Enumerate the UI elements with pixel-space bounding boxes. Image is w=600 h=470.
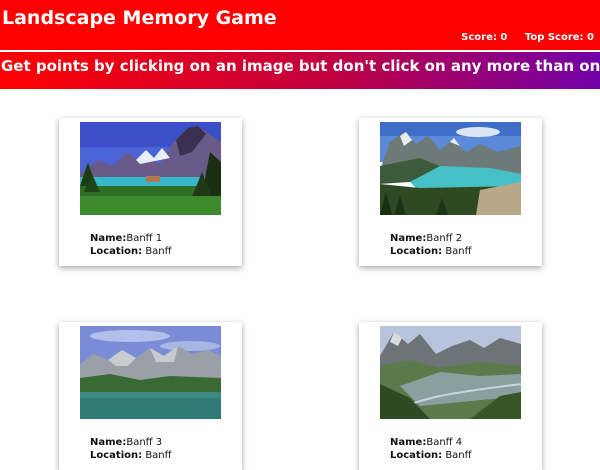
- top-score-group: Top Score: 0: [525, 32, 594, 43]
- location-label: Location:: [90, 246, 143, 257]
- card-meta: Name:Banff 4 Location: Banff: [390, 436, 472, 462]
- location-label: Location:: [390, 246, 443, 257]
- location-value: Banff: [145, 450, 172, 461]
- score-value: 0: [500, 32, 508, 43]
- name-label: Name:: [90, 437, 127, 448]
- mountain-lake-photo[interactable]: [80, 326, 221, 419]
- location-value: Banff: [145, 246, 172, 257]
- name-value: Banff 1: [126, 233, 163, 244]
- top-score-label: Top Score:: [524, 32, 584, 43]
- valley-town-photo[interactable]: [380, 326, 521, 419]
- name-label: Name:: [390, 437, 427, 448]
- name-value: Banff 3: [126, 437, 163, 448]
- instructions-text: Get points by clicking on an image but d…: [1, 57, 600, 75]
- image-card-banff-2[interactable]: Name:Banff 2 Location: Banff: [359, 118, 542, 266]
- image-card-banff-3[interactable]: Name:Banff 3 Location: Banff: [59, 322, 242, 470]
- lake-mountain-photo[interactable]: [80, 122, 221, 215]
- location-label: Location:: [90, 450, 143, 461]
- name-value: Banff 4: [426, 437, 463, 448]
- location-label: Location:: [390, 450, 443, 461]
- name-label: Name:: [390, 233, 427, 244]
- score-label: Score:: [461, 32, 497, 43]
- turquoise-lake-photo[interactable]: [380, 122, 521, 215]
- image-card-banff-4[interactable]: Name:Banff 4 Location: Banff: [359, 322, 542, 470]
- score-group: Score: 0: [461, 32, 507, 43]
- top-score-value: 0: [587, 32, 594, 43]
- card-meta: Name:Banff 3 Location: Banff: [90, 436, 172, 462]
- name-value: Banff 2: [426, 233, 463, 244]
- card-meta: Name:Banff 2 Location: Banff: [390, 232, 472, 258]
- instructions-banner: Get points by clicking on an image but d…: [0, 52, 600, 89]
- app-title[interactable]: Landscape Memory Game: [2, 7, 277, 29]
- score-display: Score: 0 Top Score: 0: [447, 32, 594, 43]
- image-card-banff-1[interactable]: Name:Banff 1 Location: Banff: [59, 118, 242, 266]
- location-value: Banff: [445, 450, 472, 461]
- name-label: Name:: [90, 233, 127, 244]
- card-meta: Name:Banff 1 Location: Banff: [90, 232, 172, 258]
- location-value: Banff: [445, 246, 472, 257]
- navbar: Landscape Memory Game Score: 0 Top Score…: [0, 0, 600, 50]
